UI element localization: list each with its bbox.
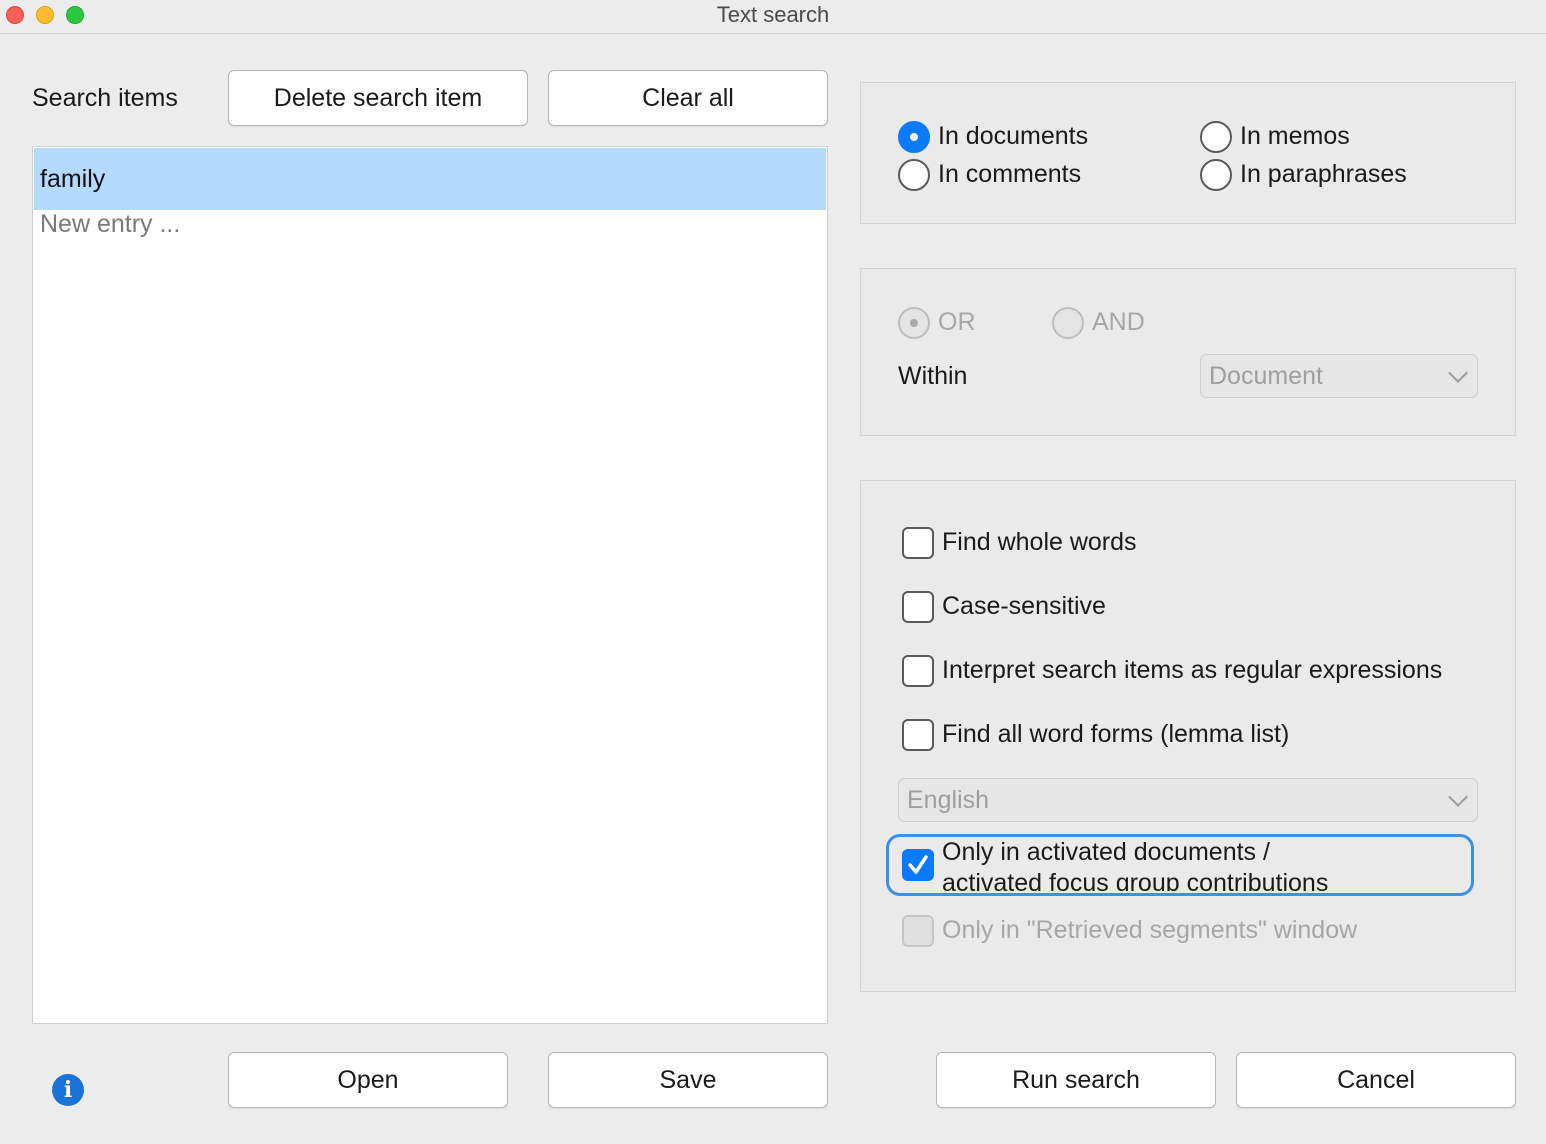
- only-activated-label-line2: activated focus group contributions: [942, 869, 1329, 891]
- lemma-label: Find all word forms (lemma list): [942, 720, 1290, 748]
- in-comments-label: In comments: [938, 160, 1082, 188]
- regex-label: Interpret search items as regular expres…: [942, 656, 1443, 684]
- in-paraphrases-radio[interactable]: [1200, 159, 1232, 191]
- case-sensitive-checkbox[interactable]: [902, 591, 934, 623]
- search-items-label: Search items: [32, 84, 178, 112]
- retrieved-segments-label: Only in "Retrieved segments" window: [942, 916, 1358, 944]
- only-activated-checkbox[interactable]: [902, 849, 934, 881]
- delete-search-item-button[interactable]: Delete search item: [228, 70, 528, 126]
- in-documents-label: In documents: [938, 122, 1089, 150]
- open-button[interactable]: Open: [228, 1052, 508, 1108]
- within-select-value: Document: [1209, 361, 1323, 390]
- in-paraphrases-label: In paraphrases: [1240, 160, 1407, 188]
- find-whole-words-checkbox[interactable]: [902, 527, 934, 559]
- within-select[interactable]: Document: [1200, 354, 1478, 398]
- in-memos-radio[interactable]: [1200, 121, 1232, 153]
- retrieved-segments-checkbox[interactable]: [902, 915, 934, 947]
- chevron-down-icon: [1448, 787, 1468, 807]
- language-select[interactable]: English: [898, 778, 1478, 822]
- only-activated-label: Only in activated documents / activated …: [942, 837, 1462, 891]
- or-label: OR: [938, 308, 976, 336]
- regex-checkbox[interactable]: [902, 655, 934, 687]
- language-select-value: English: [907, 785, 989, 814]
- window-title: Text search: [716, 2, 830, 27]
- chevron-down-icon: [1448, 363, 1468, 383]
- search-items-list[interactable]: family: [32, 146, 828, 1024]
- new-entry-field[interactable]: New entry ...: [40, 210, 180, 239]
- checkmark-icon: [908, 855, 928, 874]
- list-item[interactable]: family: [34, 148, 826, 210]
- and-radio[interactable]: [1052, 307, 1084, 339]
- info-icon[interactable]: i: [52, 1074, 84, 1106]
- or-radio[interactable]: [898, 307, 930, 339]
- search-scope-group: [860, 82, 1516, 224]
- case-sensitive-label: Case-sensitive: [942, 592, 1106, 620]
- only-activated-label-line1: Only in activated documents /: [942, 838, 1270, 866]
- lemma-checkbox[interactable]: [902, 719, 934, 751]
- and-label: AND: [1092, 308, 1145, 336]
- clear-all-button[interactable]: Clear all: [548, 70, 828, 126]
- in-memos-label: In memos: [1240, 122, 1350, 150]
- logic-group: [860, 268, 1516, 436]
- in-documents-radio[interactable]: [898, 121, 930, 153]
- find-whole-words-label: Find whole words: [942, 528, 1137, 556]
- save-button[interactable]: Save: [548, 1052, 828, 1108]
- title-bar: Text search: [0, 0, 1546, 34]
- run-search-button[interactable]: Run search: [936, 1052, 1216, 1108]
- cancel-button[interactable]: Cancel: [1236, 1052, 1516, 1108]
- in-comments-radio[interactable]: [898, 159, 930, 191]
- within-label: Within: [898, 362, 968, 390]
